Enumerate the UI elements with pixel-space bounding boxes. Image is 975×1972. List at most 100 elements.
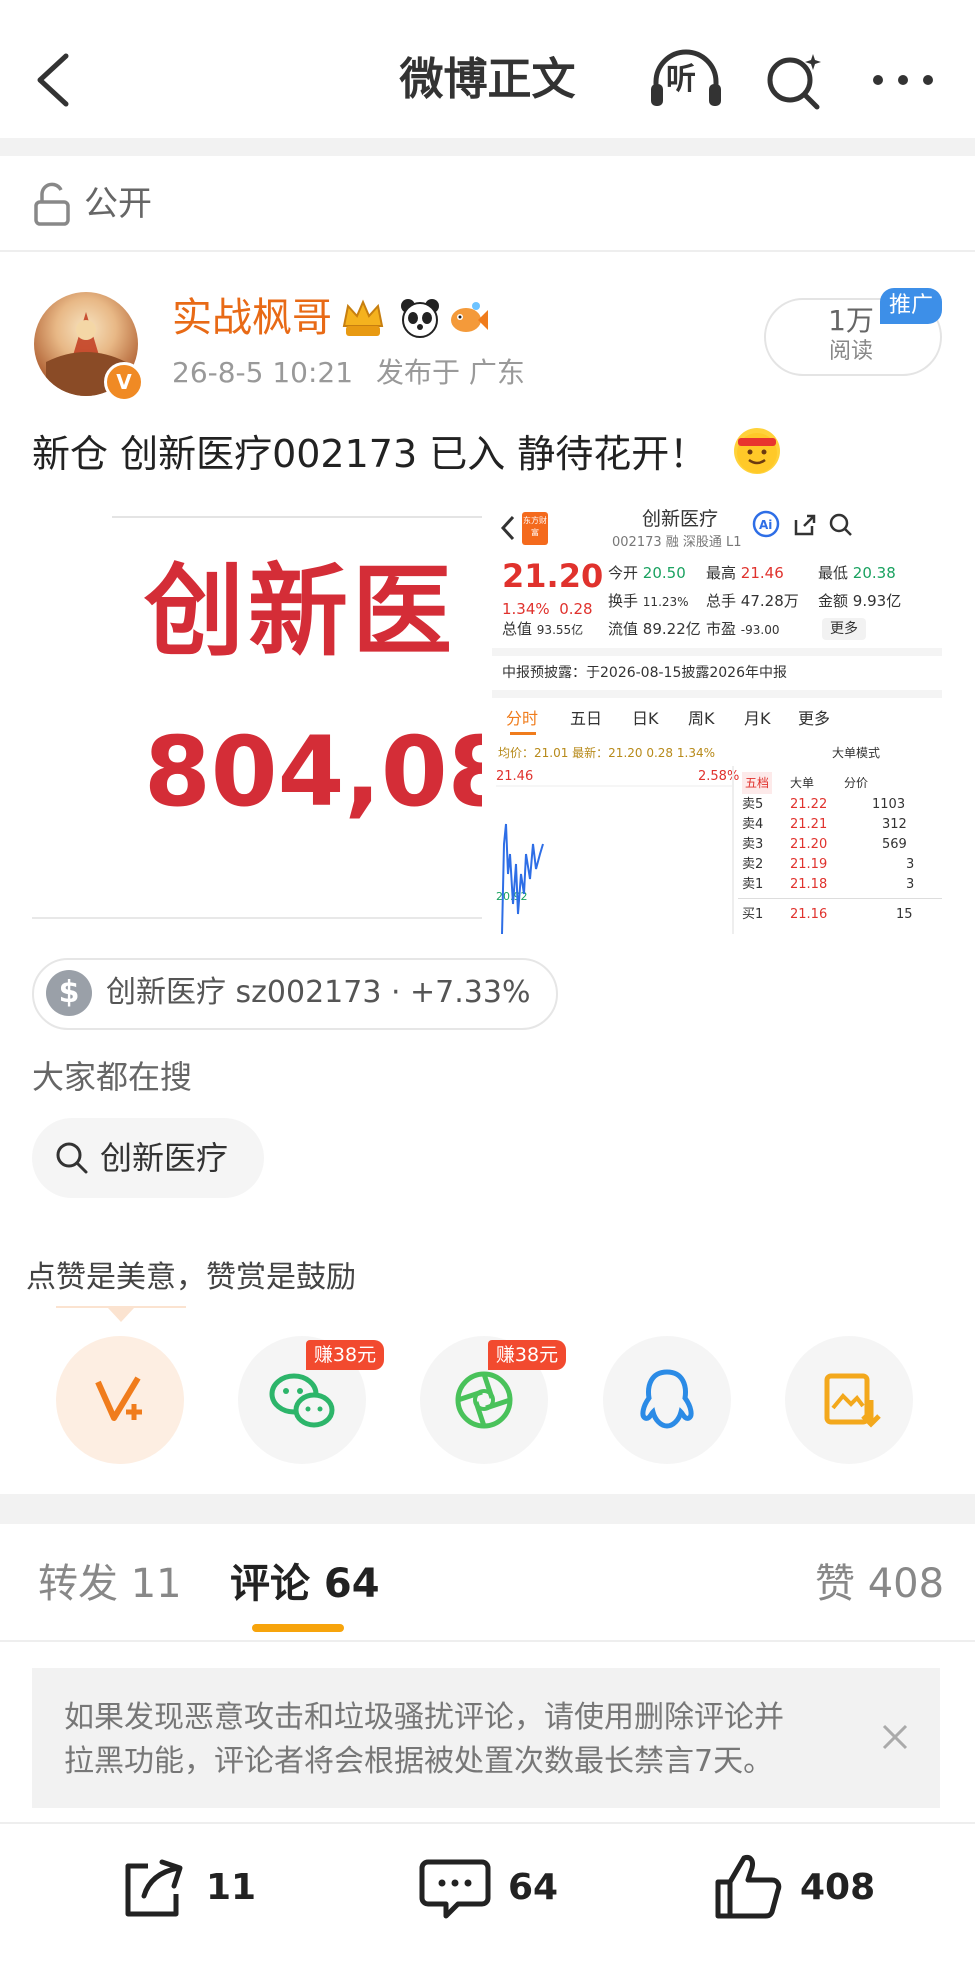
image-line bbox=[32, 917, 482, 919]
divider bbox=[738, 898, 942, 899]
save-image-icon bbox=[824, 1373, 881, 1428]
tab-more: 更多 bbox=[798, 709, 831, 728]
tab-forward[interactable]: 转发 11 bbox=[38, 1554, 182, 1614]
post-image-1[interactable]: 创新医 804,080 bbox=[32, 492, 482, 934]
ob-tab-5: 五档 bbox=[742, 772, 773, 794]
intraday-chart bbox=[496, 785, 732, 934]
close-icon[interactable] bbox=[878, 1720, 912, 1754]
ask5-vol: 1103 bbox=[872, 797, 906, 812]
divider bbox=[0, 138, 975, 156]
reward-button[interactable] bbox=[56, 1336, 184, 1464]
low-label: 最低 bbox=[818, 564, 849, 582]
ask3-label: 卖3 bbox=[742, 837, 764, 852]
image-line bbox=[112, 516, 482, 518]
unlock-icon bbox=[34, 182, 70, 226]
bigorder-label: 大单模式 bbox=[832, 746, 881, 760]
stock-chip-label[interactable]: 创新医疗 sz002173 · +7.33% bbox=[106, 970, 530, 1016]
author-name[interactable]: 实战枫哥 bbox=[172, 290, 332, 346]
forward-count[interactable]: 11 bbox=[206, 1858, 256, 1918]
search-icon[interactable] bbox=[763, 50, 825, 112]
crown-badge-icon bbox=[342, 299, 384, 336]
ask1-vol: 3 bbox=[906, 877, 915, 892]
more-icon[interactable] bbox=[868, 70, 938, 90]
ask5-label: 卖5 bbox=[742, 797, 764, 812]
tab-comment[interactable]: 评论 64 bbox=[230, 1554, 380, 1614]
tab-underline bbox=[252, 1624, 344, 1632]
post-location: 发布于 广东 bbox=[375, 356, 525, 389]
ai-icon: Ai bbox=[752, 510, 780, 538]
stock-price: 21.20 bbox=[502, 557, 604, 595]
comment-count[interactable]: 64 bbox=[508, 1858, 558, 1918]
avg-label: 均价：21.01 最新：21.20 0.28 1.34% bbox=[498, 746, 715, 760]
ask2-price: 21.19 bbox=[790, 857, 828, 872]
ask4-price: 21.21 bbox=[790, 817, 828, 832]
report-notice: 中报预披露：于2026-08-15披露2026年中报 bbox=[502, 665, 787, 681]
bid1-label: 买1 bbox=[742, 907, 764, 922]
forward-icon[interactable] bbox=[118, 1856, 188, 1920]
share-qq-button[interactable] bbox=[603, 1336, 731, 1464]
stock-code: 002173 bbox=[612, 535, 662, 550]
pe-label: 市盈 bbox=[706, 620, 737, 638]
tooltip-arrow bbox=[56, 1306, 186, 1322]
tab-daily: 日K bbox=[632, 709, 659, 728]
pe-value: -93.00 bbox=[740, 623, 780, 637]
tab-like[interactable]: 赞 408 bbox=[815, 1554, 944, 1614]
post-time: 26-8-5 10:21 bbox=[172, 356, 354, 389]
notice-text-1: 如果发现恶意攻击和垃圾骚扰评论，请使用删除评论并 bbox=[64, 1700, 784, 1735]
amount-value: 9.93亿 bbox=[852, 592, 902, 610]
earn-badge: 赚38元 bbox=[488, 1340, 566, 1370]
turnover-value: 11.23% bbox=[642, 595, 689, 609]
volume-value: 47.28万 bbox=[740, 592, 799, 610]
search-icon bbox=[56, 1142, 88, 1174]
back-icon bbox=[500, 515, 515, 541]
like-icon[interactable] bbox=[712, 1850, 784, 1922]
ask3-vol: 569 bbox=[882, 837, 907, 852]
ask4-vol: 312 bbox=[882, 817, 907, 832]
tab-underline bbox=[510, 732, 536, 735]
image1-text-1: 创新医 bbox=[144, 553, 456, 670]
ob-tab-price: 分价 bbox=[844, 776, 869, 790]
float-value: 89.22亿 bbox=[642, 620, 701, 638]
save-image-button[interactable] bbox=[785, 1336, 913, 1464]
reward-text: 点赞是美意，赞赏是鼓励 bbox=[26, 1260, 356, 1295]
like-count[interactable]: 408 bbox=[800, 1858, 875, 1918]
comment-icon[interactable] bbox=[418, 1856, 492, 1922]
open-label: 今开 bbox=[608, 564, 639, 582]
page-title: 微博正文 bbox=[399, 54, 576, 105]
high-value: 21.46 bbox=[740, 564, 784, 582]
smile-emoji-icon bbox=[734, 428, 780, 474]
listen-button[interactable]: 听 bbox=[648, 48, 724, 112]
ob-tab-big: 大单 bbox=[790, 776, 815, 790]
amount-label: 金额 bbox=[818, 592, 849, 610]
trending-search-chip[interactable]: 创新医疗 bbox=[32, 1118, 264, 1198]
stock-change: 0.28 bbox=[559, 600, 593, 618]
tab-fenshi: 分时 bbox=[506, 709, 539, 728]
stock-change-pct: 1.34% bbox=[502, 600, 550, 618]
open-value: 20.50 bbox=[642, 564, 686, 582]
qq-icon bbox=[640, 1369, 694, 1429]
divider bbox=[492, 690, 942, 698]
search-icon bbox=[829, 513, 852, 536]
fish-badge-icon bbox=[451, 302, 488, 332]
volume-label: 总手 bbox=[706, 592, 737, 610]
tab-monthly: 月K bbox=[744, 709, 771, 728]
tab-weekly: 周K bbox=[688, 709, 715, 728]
bid1-price: 21.16 bbox=[790, 907, 828, 922]
promo-badge[interactable]: 推广 bbox=[880, 288, 942, 324]
post-image-2[interactable]: 东方财富 创新医疗 002173 融 深股通 L1 Ai 21.20 1.34%… bbox=[492, 492, 942, 934]
reward-v-icon bbox=[95, 1376, 142, 1421]
svg-text:Ai: Ai bbox=[759, 518, 772, 532]
dollar-icon: $ bbox=[46, 970, 92, 1016]
divider bbox=[0, 250, 975, 252]
read-count-label: 阅读 bbox=[828, 339, 873, 364]
ask1-label: 卖1 bbox=[742, 877, 764, 892]
trending-search-label: 创新医疗 bbox=[100, 1139, 229, 1177]
turnover-label: 换手 bbox=[608, 592, 639, 610]
ask1-price: 21.18 bbox=[790, 877, 828, 892]
post-text: 新仓 创新医疗002173 已入 静待花开！ bbox=[32, 432, 708, 476]
more-button: 更多 bbox=[822, 618, 866, 640]
float-label: 流值 bbox=[608, 620, 639, 638]
ask2-vol: 3 bbox=[906, 857, 915, 872]
ask5-price: 21.22 bbox=[790, 797, 828, 812]
stock-tags: 融 深股通 L1 bbox=[665, 535, 742, 550]
